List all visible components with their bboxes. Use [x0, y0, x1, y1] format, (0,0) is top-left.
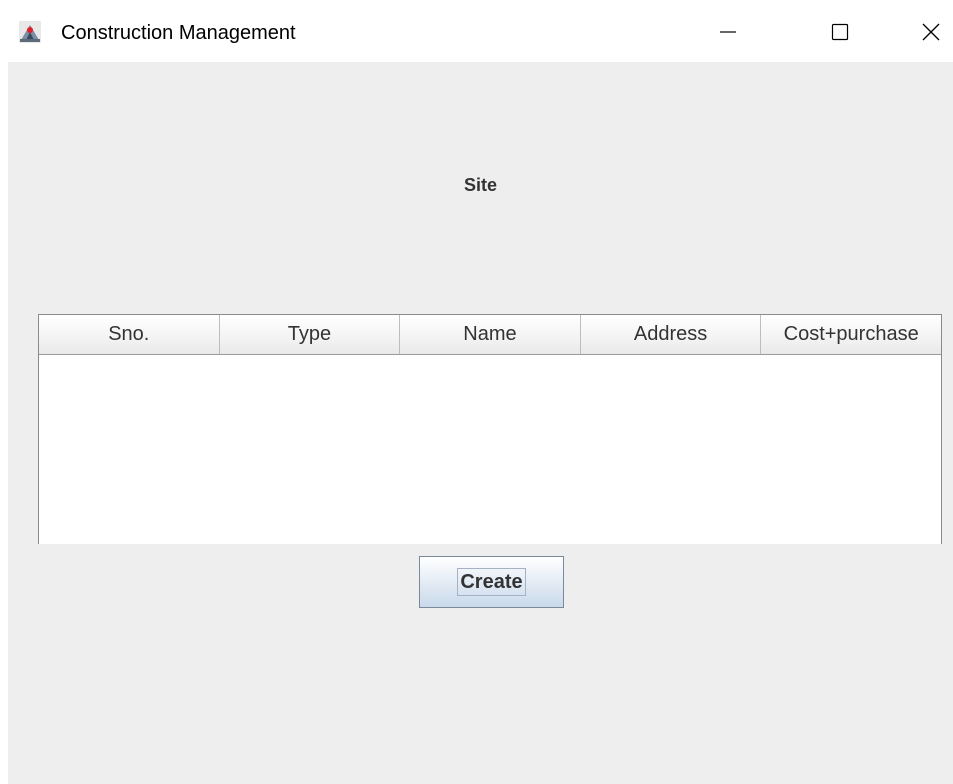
column-header-type[interactable]: Type: [220, 315, 401, 354]
site-table[interactable]: Sno. Type Name Address Cost+purchase: [38, 314, 942, 544]
table-body[interactable]: [39, 355, 941, 544]
window-title: Construction Management: [61, 22, 296, 44]
create-button-label: Create: [457, 568, 526, 596]
java-app-icon: [19, 21, 41, 43]
maximize-icon: [831, 23, 849, 41]
minimize-icon: [720, 31, 736, 33]
create-button[interactable]: Create: [419, 556, 564, 608]
page-title: Site: [463, 175, 497, 195]
column-header-address[interactable]: Address: [581, 315, 762, 354]
close-button[interactable]: [911, 14, 951, 50]
table-header: Sno. Type Name Address Cost+purchase: [39, 315, 941, 355]
window-content: Site Sno. Type Name Address Cost+purchas…: [8, 62, 953, 784]
minimize-button[interactable]: [708, 14, 748, 50]
column-header-sno[interactable]: Sno.: [39, 315, 220, 354]
close-icon: [922, 23, 940, 41]
maximize-button[interactable]: [820, 14, 860, 50]
title-bar[interactable]: Construction Management: [0, 0, 953, 62]
column-header-name[interactable]: Name: [400, 315, 581, 354]
column-header-cost-purchase[interactable]: Cost+purchase: [761, 315, 941, 354]
